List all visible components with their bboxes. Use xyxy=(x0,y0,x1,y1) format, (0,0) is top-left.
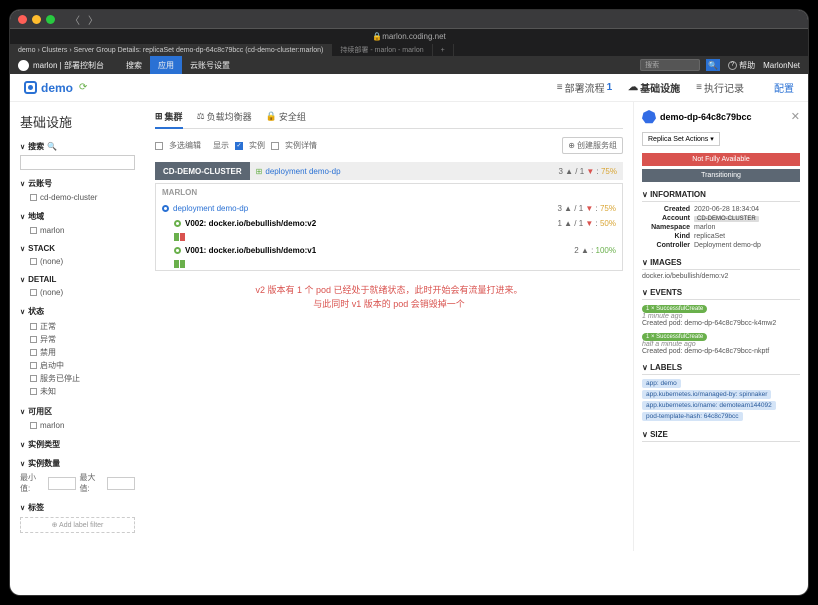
deployment-row[interactable]: deployment demo-dp3 ▲ / 1 ▼ : 75% xyxy=(156,201,622,216)
search-input[interactable] xyxy=(20,155,135,170)
app-header: demo ⟳ ≡ 部署流程 1 ☁ 基础设施 ≡ 执行记录 配置 xyxy=(10,74,808,102)
search-button[interactable]: 🔍 xyxy=(706,59,720,71)
add-label-filter[interactable]: ⊕ Add label filter xyxy=(20,517,135,533)
nav-app[interactable]: 应用 xyxy=(150,56,182,74)
filter-stack[interactable]: ∨STACK xyxy=(20,244,135,253)
browser-tabs: demo › Clusters › Server Group Details: … xyxy=(10,44,808,56)
status-item[interactable]: 正常 xyxy=(20,320,135,333)
maximize-window[interactable] xyxy=(46,15,55,24)
filter-sidebar: 基础设施 ∨搜索 🔍 ∨云账号 cd-demo-cluster ∨地域 marlon… xyxy=(10,102,145,551)
subnav-lb[interactable]: ⚖ 负载均衡器 xyxy=(197,110,252,123)
detail-panel: ✕ demo-dp-64c8c79bcc Replica Set Actions… xyxy=(633,102,808,551)
filter-labels[interactable]: ∨标签 xyxy=(20,502,135,513)
max-input[interactable] xyxy=(107,477,135,490)
section-labels[interactable]: ∨ LABELS xyxy=(642,363,800,375)
back-icon[interactable]: 〈 xyxy=(70,12,80,27)
stack-item[interactable]: (none) xyxy=(20,256,135,267)
tab-infrastructure[interactable]: ☁ 基础设施 xyxy=(628,80,680,95)
config-link[interactable]: 配置 xyxy=(774,80,794,95)
filter-instance-count[interactable]: ∨实例数量 xyxy=(20,458,135,469)
section-events[interactable]: ∨ EVENTS xyxy=(642,288,800,300)
section-information[interactable]: ∨ INFORMATION xyxy=(642,190,800,202)
section-images[interactable]: ∨ IMAGES xyxy=(642,258,800,270)
cluster-badge: CD-DEMO-CLUSTER xyxy=(155,162,250,180)
filter-search[interactable]: ∨搜索 🔍 xyxy=(20,141,135,152)
filter-instance-type[interactable]: ∨实例类型 xyxy=(20,439,135,450)
filter-status[interactable]: ∨状态 xyxy=(20,306,135,317)
filter-accounts[interactable]: ∨云账号 xyxy=(20,178,135,189)
detail-title: demo-dp-64c8c79bcc xyxy=(642,110,791,124)
close-window[interactable] xyxy=(18,15,27,24)
create-server-group-button[interactable]: ⊕ 创建服务组 xyxy=(562,137,623,154)
show-instance-check[interactable]: ✓ xyxy=(235,142,243,150)
replica-set-actions[interactable]: Replica Set Actions ▾ xyxy=(642,132,720,146)
version-row[interactable]: V002: docker.io/bebullish/demo:v21 ▲ / 1… xyxy=(156,216,622,231)
user-menu[interactable]: MarlonNet xyxy=(763,61,800,70)
status-not-available: Not Fully Available xyxy=(642,153,800,166)
subnav-cluster[interactable]: ⊞ 集群 xyxy=(155,110,183,129)
show-detail-check[interactable] xyxy=(271,142,279,150)
browser-tab-active[interactable]: demo › Clusters › Server Group Details: … xyxy=(10,44,332,56)
brand-logo xyxy=(18,60,29,71)
label-chip: app: demo xyxy=(642,379,681,388)
status-item[interactable]: 未知 xyxy=(20,385,135,398)
cluster-stats: 3 ▲ / 1 ▼ : 75% xyxy=(558,167,623,176)
app-icon xyxy=(24,81,37,94)
deployment-link[interactable]: ⊞deployment demo-dp xyxy=(256,167,341,176)
version-row[interactable]: V001: docker.io/bebullish/demo:v12 ▲ : 1… xyxy=(156,243,622,258)
multi-edit-check[interactable] xyxy=(155,142,163,150)
az-item[interactable]: marlon xyxy=(20,420,135,431)
region-header: MARLON xyxy=(156,184,622,201)
filter-detail[interactable]: ∨DETAIL xyxy=(20,275,135,284)
cluster-header: CD-DEMO-CLUSTER ⊞deployment demo-dp 3 ▲ … xyxy=(155,162,623,180)
refresh-icon[interactable]: ⟳ xyxy=(79,82,87,93)
main-content: ⊞ 集群 ⚖ 负载均衡器 🔒 安全组 多选编辑 显示 ✓实例 实例详情 ⊕ 创建… xyxy=(145,102,633,551)
account-item[interactable]: cd-demo-cluster xyxy=(20,192,135,203)
app-name[interactable]: demo xyxy=(24,81,73,95)
status-item[interactable]: 服务已停止 xyxy=(20,372,135,385)
filter-region[interactable]: ∨地域 xyxy=(20,211,135,222)
close-panel-icon[interactable]: ✕ xyxy=(791,110,800,123)
brand-text: marlon | 部署控制台 xyxy=(33,60,104,71)
subnav-sg[interactable]: 🔒 安全组 xyxy=(266,110,306,123)
label-chip: pod-template-hash: 64c8c79bcc xyxy=(642,412,743,421)
help-icon[interactable]: ? xyxy=(728,61,737,70)
nav-search[interactable]: 搜索 xyxy=(118,56,150,74)
status-item[interactable]: 禁用 xyxy=(20,346,135,359)
detail-item[interactable]: (none) xyxy=(20,287,135,298)
status-transitioning: Transitioning xyxy=(642,169,800,182)
app-topbar: marlon | 部署控制台 搜索 应用 云账号设置 搜索 🔍 ? 帮助 Mar… xyxy=(10,56,808,74)
event-tag: 1 × SuccessfulCreate xyxy=(642,333,707,341)
annotation-text: v2 版本有 1 个 pod 已经处于就绪状态，此时开始会有流量打进来。与此同时… xyxy=(155,283,623,312)
forward-icon[interactable]: 〉 xyxy=(88,12,98,27)
label-chip: app.kubernetes.io/managed-by: spinnaker xyxy=(642,390,771,399)
min-input[interactable] xyxy=(48,477,76,490)
cluster-box: MARLON deployment demo-dp3 ▲ / 1 ▼ : 75%… xyxy=(155,183,623,271)
status-item[interactable]: 启动中 xyxy=(20,359,135,372)
nav-account[interactable]: 云账号设置 xyxy=(182,56,238,74)
minimize-window[interactable] xyxy=(32,15,41,24)
status-item[interactable]: 异常 xyxy=(20,333,135,346)
filter-az[interactable]: ∨可用区 xyxy=(20,406,135,417)
event-tag: 1 × SuccessfulCreate xyxy=(642,305,707,313)
new-tab[interactable]: + xyxy=(433,44,454,56)
region-item[interactable]: marlon xyxy=(20,225,135,236)
global-search[interactable]: 搜索 xyxy=(640,59,700,71)
titlebar: 〈〉 xyxy=(10,10,808,28)
tab-tasks[interactable]: ≡ 执行记录 xyxy=(696,80,744,95)
browser-tab[interactable]: 持续部署 - marlon - marlon xyxy=(332,44,432,56)
kubernetes-icon xyxy=(642,110,656,124)
label-chip: app.kubernetes.io/name: demoteam144092 xyxy=(642,401,776,410)
section-size[interactable]: ∨ SIZE xyxy=(642,430,800,442)
url-bar[interactable]: 🔒 marlon.coding.net xyxy=(10,28,808,44)
page-title: 基础设施 xyxy=(20,112,135,131)
tab-deploy-flow[interactable]: ≡ 部署流程 1 xyxy=(557,80,612,95)
